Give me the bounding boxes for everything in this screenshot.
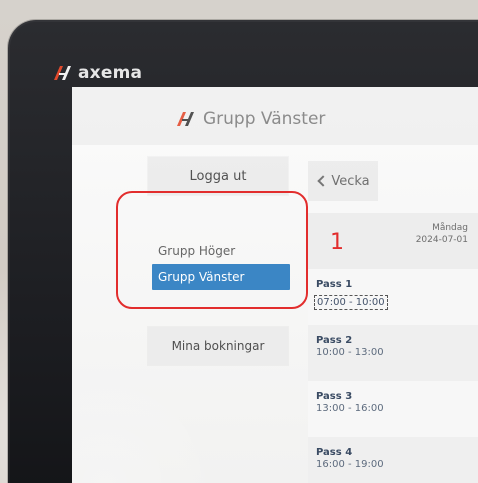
slot-title: Pass 2 <box>316 335 353 346</box>
touch-screen: Grupp Vänster Logga ut Grupp Höger Grupp… <box>72 87 478 483</box>
week-back-label: Vecka <box>331 173 370 189</box>
device-brand: axema <box>52 61 142 85</box>
page-title: Grupp Vänster <box>203 109 326 129</box>
time-slot[interactable]: Pass 1 07:00 - 10:00 <box>308 269 478 325</box>
time-slot[interactable]: Pass 3 13:00 - 16:00 <box>308 381 478 437</box>
slot-time: 16:00 - 19:00 <box>316 459 384 470</box>
logout-button-label: Logga ut <box>189 168 247 184</box>
logout-button[interactable]: Logga ut <box>148 157 288 195</box>
left-panel: Logga ut Grupp Höger Grupp Vänster Mina … <box>148 157 298 477</box>
axema-logo-icon <box>52 64 74 82</box>
photo-frame: axema Grupp Vänster Logga ut Grupp Höger… <box>0 0 478 483</box>
time-slot[interactable]: Pass 2 10:00 - 13:00 <box>308 325 478 381</box>
time-slot[interactable]: Pass 4 16:00 - 19:00 <box>308 437 478 483</box>
week-back-button[interactable]: Vecka <box>308 161 378 201</box>
slot-title: Pass 1 <box>316 279 353 290</box>
group-item-label: Grupp Vänster <box>158 270 245 284</box>
my-bookings-button[interactable]: Mina bokningar <box>148 327 288 365</box>
group-list: Grupp Höger Grupp Vänster <box>152 238 290 290</box>
annotation-number: 1 <box>330 230 344 255</box>
device-brand-text: axema <box>78 63 143 83</box>
day-date: 2024-07-01 <box>415 235 468 245</box>
chevron-left-icon <box>316 176 326 186</box>
group-item-label: Grupp Höger <box>158 244 236 258</box>
slot-time: 13:00 - 16:00 <box>316 403 384 414</box>
slot-title: Pass 3 <box>316 391 353 402</box>
group-item-left[interactable]: Grupp Vänster <box>152 264 290 290</box>
day-name: Måndag <box>432 223 468 233</box>
axema-logo-icon <box>175 110 197 128</box>
slot-title: Pass 4 <box>316 447 353 458</box>
my-bookings-button-label: Mina bokningar <box>171 339 265 353</box>
group-item-right[interactable]: Grupp Höger <box>152 238 284 264</box>
slot-time: 07:00 - 10:00 <box>314 295 388 310</box>
slot-time: 10:00 - 13:00 <box>316 347 384 358</box>
header-brand: Grupp Vänster <box>175 109 325 129</box>
screen-header: Grupp Vänster <box>72 87 478 145</box>
